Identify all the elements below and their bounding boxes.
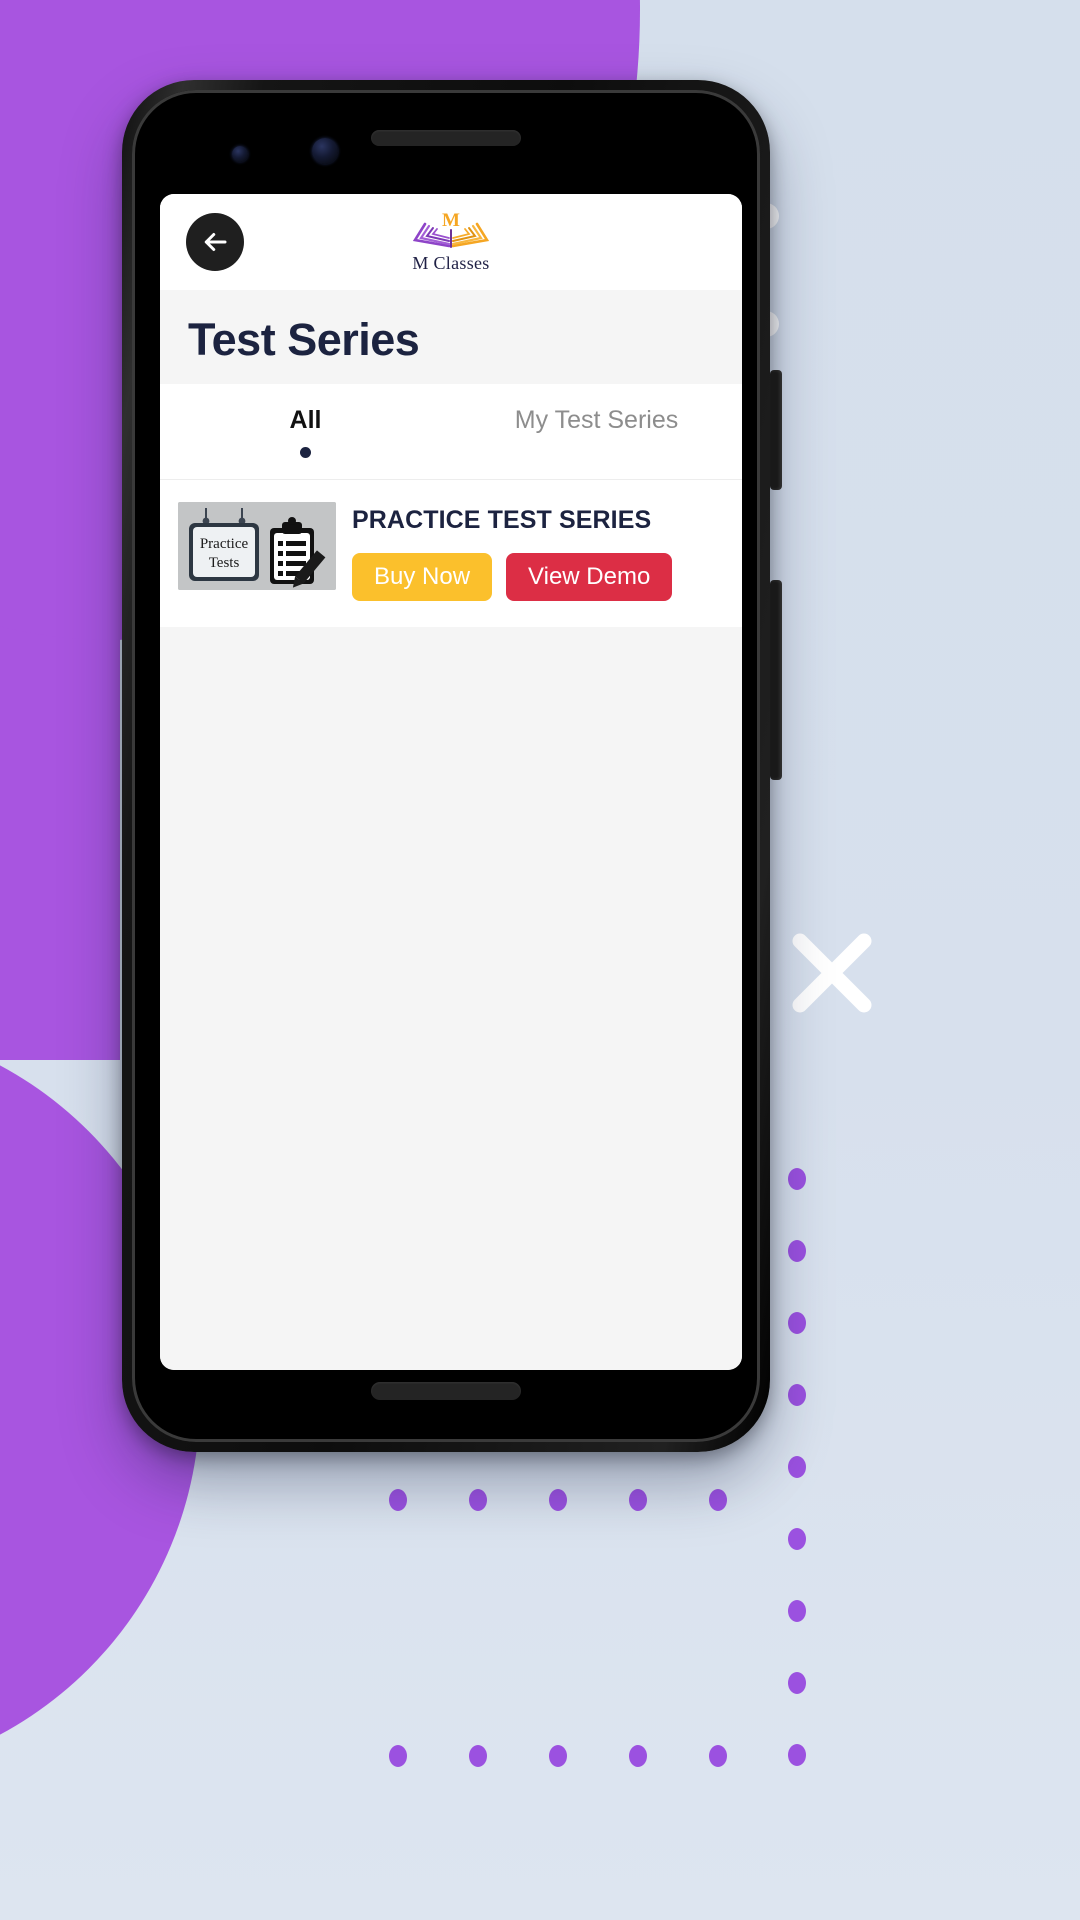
tab-my-test-series[interactable]: My Test Series [451,406,742,458]
earpiece-speaker [371,130,521,146]
app-bar: M M Classes [160,194,742,290]
back-button[interactable] [186,213,244,271]
close-decoration-icon [792,933,872,1013]
front-camera-secondary [232,146,248,162]
dot-decoration [788,1168,806,1190]
page-title: Test Series [188,314,420,365]
tab-bar: All My Test Series [160,384,742,480]
dot-decoration [788,1240,806,1262]
bottom-speaker [371,1382,521,1400]
dot-decoration [788,1744,806,1766]
dot-decoration [389,1489,407,1511]
dot-decoration [788,1456,806,1478]
dot-decoration [788,1384,806,1406]
brand-logo: M M Classes [409,210,493,274]
phone-device-frame: M M Classes Test Series All My Test Seri… [122,80,782,1452]
dot-decoration [709,1489,727,1511]
tab-all[interactable]: All [160,406,451,458]
tab-active-indicator [300,447,311,458]
arrow-left-icon [204,233,227,251]
list-item-body: PRACTICE TEST SERIES Buy Now View Demo [352,502,724,602]
list-item[interactable]: Practice Tests PRACTICE TEST SERIES Buy … [160,480,742,628]
power-button[interactable] [770,370,782,490]
app-screen: M M Classes Test Series All My Test Seri… [160,194,742,1370]
dot-decoration [549,1745,567,1767]
view-demo-button[interactable]: View Demo [506,553,673,602]
tab-my-test-series-label: My Test Series [514,406,679,434]
svg-text:Practice: Practice [200,536,249,552]
dot-decoration [389,1745,407,1767]
dot-decoration [549,1489,567,1511]
dot-decoration [788,1672,806,1694]
thumbnail-artwork: Practice Tests [178,502,336,590]
volume-button[interactable] [770,580,782,780]
dot-decoration [788,1528,806,1550]
dot-decoration [469,1489,487,1511]
list-item-actions: Buy Now View Demo [352,553,724,602]
scene: M M Classes Test Series All My Test Seri… [0,0,1080,1920]
open-book-logo-icon: M [412,210,490,248]
page-title-section: Test Series [160,290,742,384]
dot-decoration [788,1600,806,1622]
tab-inactive-indicator [591,447,602,458]
svg-text:M: M [442,210,460,231]
brand-name: M Classes [412,253,490,273]
buy-now-button[interactable]: Buy Now [352,553,493,602]
list-item-title: PRACTICE TEST SERIES [352,506,652,534]
phone-bezel: M M Classes Test Series All My Test Seri… [132,90,760,1442]
test-series-list: Practice Tests PRACTICE TEST SERIES Buy … [160,480,742,1370]
dot-decoration [629,1489,647,1511]
dot-decoration [788,1312,806,1334]
svg-text:Tests: Tests [209,555,240,571]
dot-decoration [709,1745,727,1767]
practice-tests-thumbnail-icon: Practice Tests [178,502,336,590]
dot-decoration [629,1745,647,1767]
front-camera-main [312,138,338,164]
tab-all-label: All [289,406,322,434]
dot-decoration [469,1745,487,1767]
